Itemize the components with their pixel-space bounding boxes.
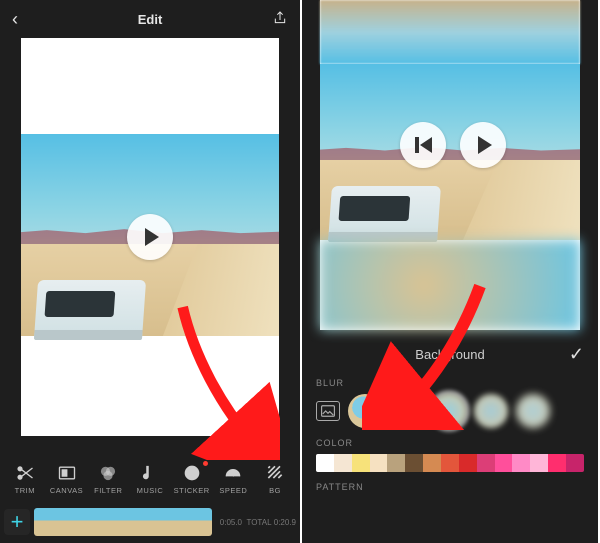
play-button[interactable] — [127, 214, 173, 260]
confirm-button[interactable]: ✓ — [569, 344, 584, 365]
blur-option-5[interactable] — [516, 394, 550, 428]
skip-back-icon — [415, 137, 432, 153]
music-icon — [140, 463, 160, 483]
color-swatch-11[interactable] — [512, 454, 530, 472]
blur-option-3[interactable] — [432, 394, 466, 428]
color-swatch-13[interactable] — [548, 454, 566, 472]
play-icon — [478, 136, 492, 154]
tool-label: BG — [269, 486, 281, 495]
share-icon — [272, 10, 288, 26]
top-bar: ‹ Edit — [0, 0, 300, 38]
play-button-right[interactable] — [460, 122, 506, 168]
blur-options — [316, 394, 584, 428]
color-swatch-6[interactable] — [423, 454, 441, 472]
tool-label: SPEED — [219, 486, 247, 495]
video-canvas[interactable] — [21, 38, 279, 436]
add-clip-button[interactable]: + — [4, 509, 30, 535]
sticker-icon — [182, 463, 202, 483]
prev-button[interactable] — [400, 122, 446, 168]
timeline: + 0:05.0 TOTAL 0:20.9 — [0, 501, 300, 543]
tool-label: FILTER — [94, 486, 122, 495]
bg-icon — [265, 463, 285, 483]
color-swatch-14[interactable] — [566, 454, 584, 472]
scissors-icon — [15, 463, 35, 483]
color-swatch-9[interactable] — [477, 454, 495, 472]
color-swatch-1[interactable] — [334, 454, 352, 472]
color-swatch-8[interactable] — [459, 454, 477, 472]
blur-option-4[interactable] — [474, 394, 508, 428]
color-swatch-7[interactable] — [441, 454, 459, 472]
tool-bg[interactable]: BG — [257, 463, 293, 495]
editor-screen-left: ‹ Edit TRIM — [0, 0, 302, 543]
back-button[interactable]: ‹ — [12, 10, 30, 28]
color-swatch-12[interactable] — [530, 454, 548, 472]
tool-label: STICKER — [174, 486, 210, 495]
filter-icon — [98, 463, 118, 483]
tool-filter[interactable]: FILTER — [90, 463, 126, 495]
section-label-blur: BLUR — [316, 378, 584, 388]
tool-speed[interactable]: SPEED — [215, 463, 251, 495]
tool-label: MUSIC — [137, 486, 164, 495]
color-swatch-5[interactable] — [405, 454, 423, 472]
tool-trim[interactable]: TRIM — [7, 463, 43, 495]
timeline-strip[interactable] — [34, 508, 212, 536]
screen-title: Edit — [30, 12, 270, 27]
speed-icon — [223, 463, 243, 483]
edit-toolbar: TRIM CANVAS FILTER MUSIC STICKER SPEED B… — [0, 455, 300, 501]
section-label-color: COLOR — [316, 438, 584, 448]
tool-sticker[interactable]: STICKER — [174, 463, 210, 495]
color-swatch-3[interactable] — [370, 454, 388, 472]
tool-canvas[interactable]: CANVAS — [49, 463, 85, 495]
color-swatch-2[interactable] — [352, 454, 370, 472]
tool-music[interactable]: MUSIC — [132, 463, 168, 495]
blur-option-1[interactable] — [348, 394, 382, 428]
color-swatches[interactable] — [316, 454, 584, 472]
play-icon — [145, 228, 159, 246]
tool-label: TRIM — [15, 486, 35, 495]
timeline-readout: 0:05.0 TOTAL 0:20.9 — [220, 518, 296, 527]
badge-dot — [203, 461, 208, 466]
editor-screen-right: Background ✓ BLUR COLOR PATTERN — [302, 0, 598, 543]
color-swatch-0[interactable] — [316, 454, 334, 472]
canvas-icon — [57, 463, 77, 483]
preview-area — [0, 38, 300, 436]
blur-option-2[interactable] — [390, 394, 424, 428]
tool-label: CANVAS — [50, 486, 83, 495]
panel-header: Background ✓ — [316, 340, 584, 368]
video-canvas-right[interactable] — [320, 0, 580, 330]
color-swatch-10[interactable] — [495, 454, 513, 472]
pick-image-button[interactable] — [316, 401, 340, 421]
background-panel: Background ✓ BLUR COLOR PATTERN — [302, 330, 598, 504]
section-label-pattern: PATTERN — [316, 482, 584, 492]
color-swatch-4[interactable] — [387, 454, 405, 472]
image-icon — [321, 405, 335, 417]
share-button[interactable] — [270, 10, 288, 29]
preview-area-right — [302, 0, 598, 330]
panel-title: Background — [415, 347, 484, 362]
